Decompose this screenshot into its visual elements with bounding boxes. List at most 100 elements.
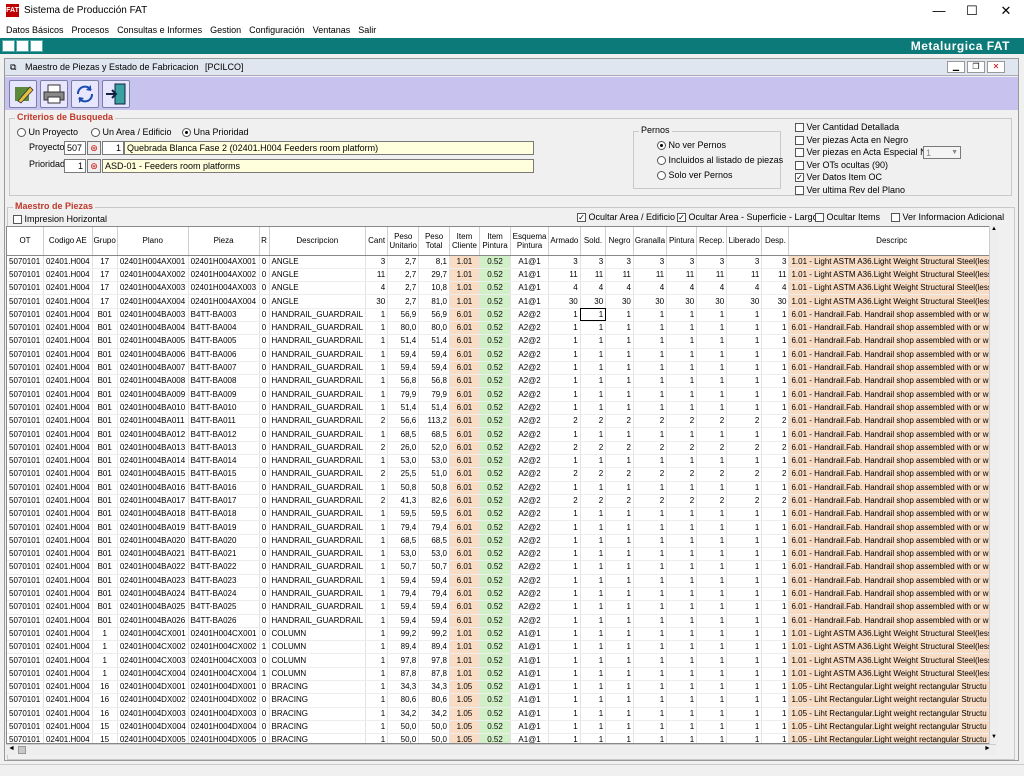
table-cell[interactable]: 6.01 (449, 614, 481, 628)
table-cell[interactable]: 1 (580, 733, 607, 743)
table-cell[interactable]: 1 (605, 587, 634, 602)
table-cell[interactable]: 02401H004BA004 (117, 321, 189, 336)
table-cell[interactable]: 0 (259, 587, 270, 602)
table-cell[interactable]: 2 (633, 414, 668, 429)
table-cell[interactable]: 17 (92, 294, 118, 309)
column-header[interactable]: Sold. (580, 227, 607, 256)
table-cell[interactable]: B4TT-BA020 (188, 534, 260, 549)
table-cell[interactable]: 1 (365, 640, 389, 655)
table-cell[interactable]: 11 (633, 268, 668, 283)
table-cell[interactable]: 6.01 - Handrail.Fab. Handrail shop assem… (788, 574, 995, 588)
table-cell[interactable]: 02401H004BA003 (117, 308, 189, 322)
table-cell[interactable]: 1 (726, 401, 763, 416)
table-cell[interactable]: A2@2 (510, 321, 550, 336)
table-cell[interactable]: 2 (605, 494, 634, 509)
table-cell[interactable]: 1 (696, 733, 728, 743)
table-cell[interactable]: 1 (633, 653, 668, 668)
table-cell[interactable]: 1 (666, 667, 698, 682)
table-cell[interactable]: 1 (605, 321, 634, 336)
table-cell[interactable]: 79,9 (387, 387, 420, 402)
table-cell[interactable]: 1 (365, 667, 389, 682)
table-row[interactable]: 5070101 02401.H004 B01 02401H004BA007 B4TT-B… (7, 361, 995, 376)
table-cell[interactable]: HANDRAIL_GUARDRAIL (269, 507, 367, 522)
table-cell[interactable]: 30 (580, 294, 607, 309)
form-minimize-button[interactable]: ▁ (947, 61, 965, 73)
table-cell[interactable]: 1 (365, 680, 389, 695)
table-cell[interactable]: 0 (259, 680, 270, 695)
table-cell[interactable]: 02401.H004 (43, 534, 93, 549)
table-cell[interactable]: B4TT-BA013 (188, 441, 260, 455)
table-cell[interactable]: 1 (761, 374, 790, 389)
table-cell[interactable]: 79,4 (418, 587, 450, 602)
table-cell[interactable]: 2 (696, 414, 728, 429)
table-cell[interactable]: 1 (761, 321, 790, 336)
table-cell[interactable]: 1 (605, 667, 634, 682)
table-cell[interactable]: 1 (548, 374, 581, 389)
table-cell[interactable]: 59,5 (418, 507, 450, 522)
table-cell[interactable]: B01 (92, 587, 118, 602)
table-cell[interactable]: 4 (666, 281, 698, 296)
table-cell[interactable]: 1 (666, 720, 698, 735)
table-cell[interactable]: 2 (605, 441, 634, 455)
table-cell[interactable]: 02401H004DX005 (117, 733, 189, 743)
table-cell[interactable]: 80,0 (418, 321, 450, 336)
table-cell[interactable]: 4 (633, 281, 668, 296)
table-cell[interactable]: 02401.H004 (43, 481, 93, 495)
table-cell[interactable]: 6.01 - Handrail.Fab. Handrail shop assem… (788, 507, 995, 522)
table-cell[interactable]: 2,7 (387, 294, 420, 309)
table-cell[interactable]: BRACING (269, 733, 367, 743)
table-cell[interactable]: 1 (92, 667, 118, 682)
table-cell[interactable]: 1 (365, 653, 389, 668)
table-cell[interactable]: 2,7 (387, 281, 420, 296)
table-cell[interactable]: 02401H004CX001 (188, 627, 260, 642)
table-cell[interactable]: 02401.H004 (43, 707, 93, 721)
table-cell[interactable]: 5070101 (7, 733, 44, 743)
table-cell[interactable]: 02401H004BA025 (117, 600, 189, 615)
column-header[interactable]: Peso Total (418, 227, 450, 256)
table-cell[interactable]: B01 (92, 481, 118, 495)
table-cell[interactable]: 1 (666, 693, 698, 708)
table-cell[interactable]: 1 (761, 308, 790, 322)
table-cell[interactable]: 1.01 (449, 281, 481, 296)
table-cell[interactable]: 02401H004BA023 (117, 574, 189, 588)
table-cell[interactable]: 0 (259, 627, 270, 642)
table-cell[interactable]: 4 (548, 281, 581, 296)
proyecto-desc-field[interactable]: Quebrada Blanca Fase 2 (02401.H004 Feede… (124, 141, 534, 155)
table-cell[interactable]: 11 (605, 268, 634, 283)
table-cell[interactable]: 1 (92, 653, 118, 668)
table-cell[interactable]: 16 (92, 693, 118, 708)
table-cell[interactable]: B4TT-BA003 (188, 308, 260, 322)
table-cell[interactable]: 5070101 (7, 720, 44, 735)
table-cell[interactable]: 1 (761, 707, 790, 721)
table-cell[interactable]: 02401.H004 (43, 374, 93, 389)
table-cell[interactable]: 1 (580, 653, 607, 668)
table-cell[interactable]: 30 (633, 294, 668, 309)
table-cell[interactable]: 1 (633, 361, 668, 376)
table-cell[interactable]: 6.01 - Handrail.Fab. Handrail shop assem… (788, 614, 995, 628)
table-cell[interactable]: BRACING (269, 707, 367, 721)
table-cell[interactable]: 53,0 (418, 547, 450, 562)
table-cell[interactable]: 1 (726, 348, 763, 362)
table-cell[interactable]: 2 (365, 414, 389, 429)
table-cell[interactable]: 1 (726, 427, 763, 442)
table-cell[interactable]: HANDRAIL_GUARDRAIL (269, 454, 367, 469)
acta-especial-select[interactable]: 1 ▼ (923, 146, 961, 159)
table-row[interactable]: 5070101 02401.H004 B01 02401H004BA008 B4TT-B… (7, 374, 995, 389)
radio-circle[interactable] (91, 128, 100, 138)
table-cell[interactable]: 02401H004CX001 (117, 627, 189, 642)
table-cell[interactable]: COLUMN (269, 667, 367, 682)
table-cell[interactable]: 1 (761, 680, 790, 695)
table-cell[interactable]: 1.01 - Light ASTM A36.Light Weight Struc… (788, 640, 995, 655)
table-cell[interactable]: 1 (605, 627, 634, 642)
column-header[interactable]: Codigo AE (43, 227, 93, 256)
table-cell[interactable]: 1 (605, 427, 634, 442)
table-row[interactable]: 5070101 02401.H004 17 02401H004AX001 02401H0… (7, 255, 995, 269)
table-cell[interactable]: 1 (365, 374, 389, 389)
table-cell[interactable]: 1 (761, 547, 790, 562)
table-cell[interactable]: 1 (365, 387, 389, 402)
table-cell[interactable]: A1@1 (510, 720, 550, 735)
table-cell[interactable]: 1 (633, 680, 668, 695)
table-cell[interactable]: 3 (605, 255, 634, 269)
table-cell[interactable]: 6.01 (449, 401, 481, 416)
checkbox[interactable] (795, 148, 804, 158)
